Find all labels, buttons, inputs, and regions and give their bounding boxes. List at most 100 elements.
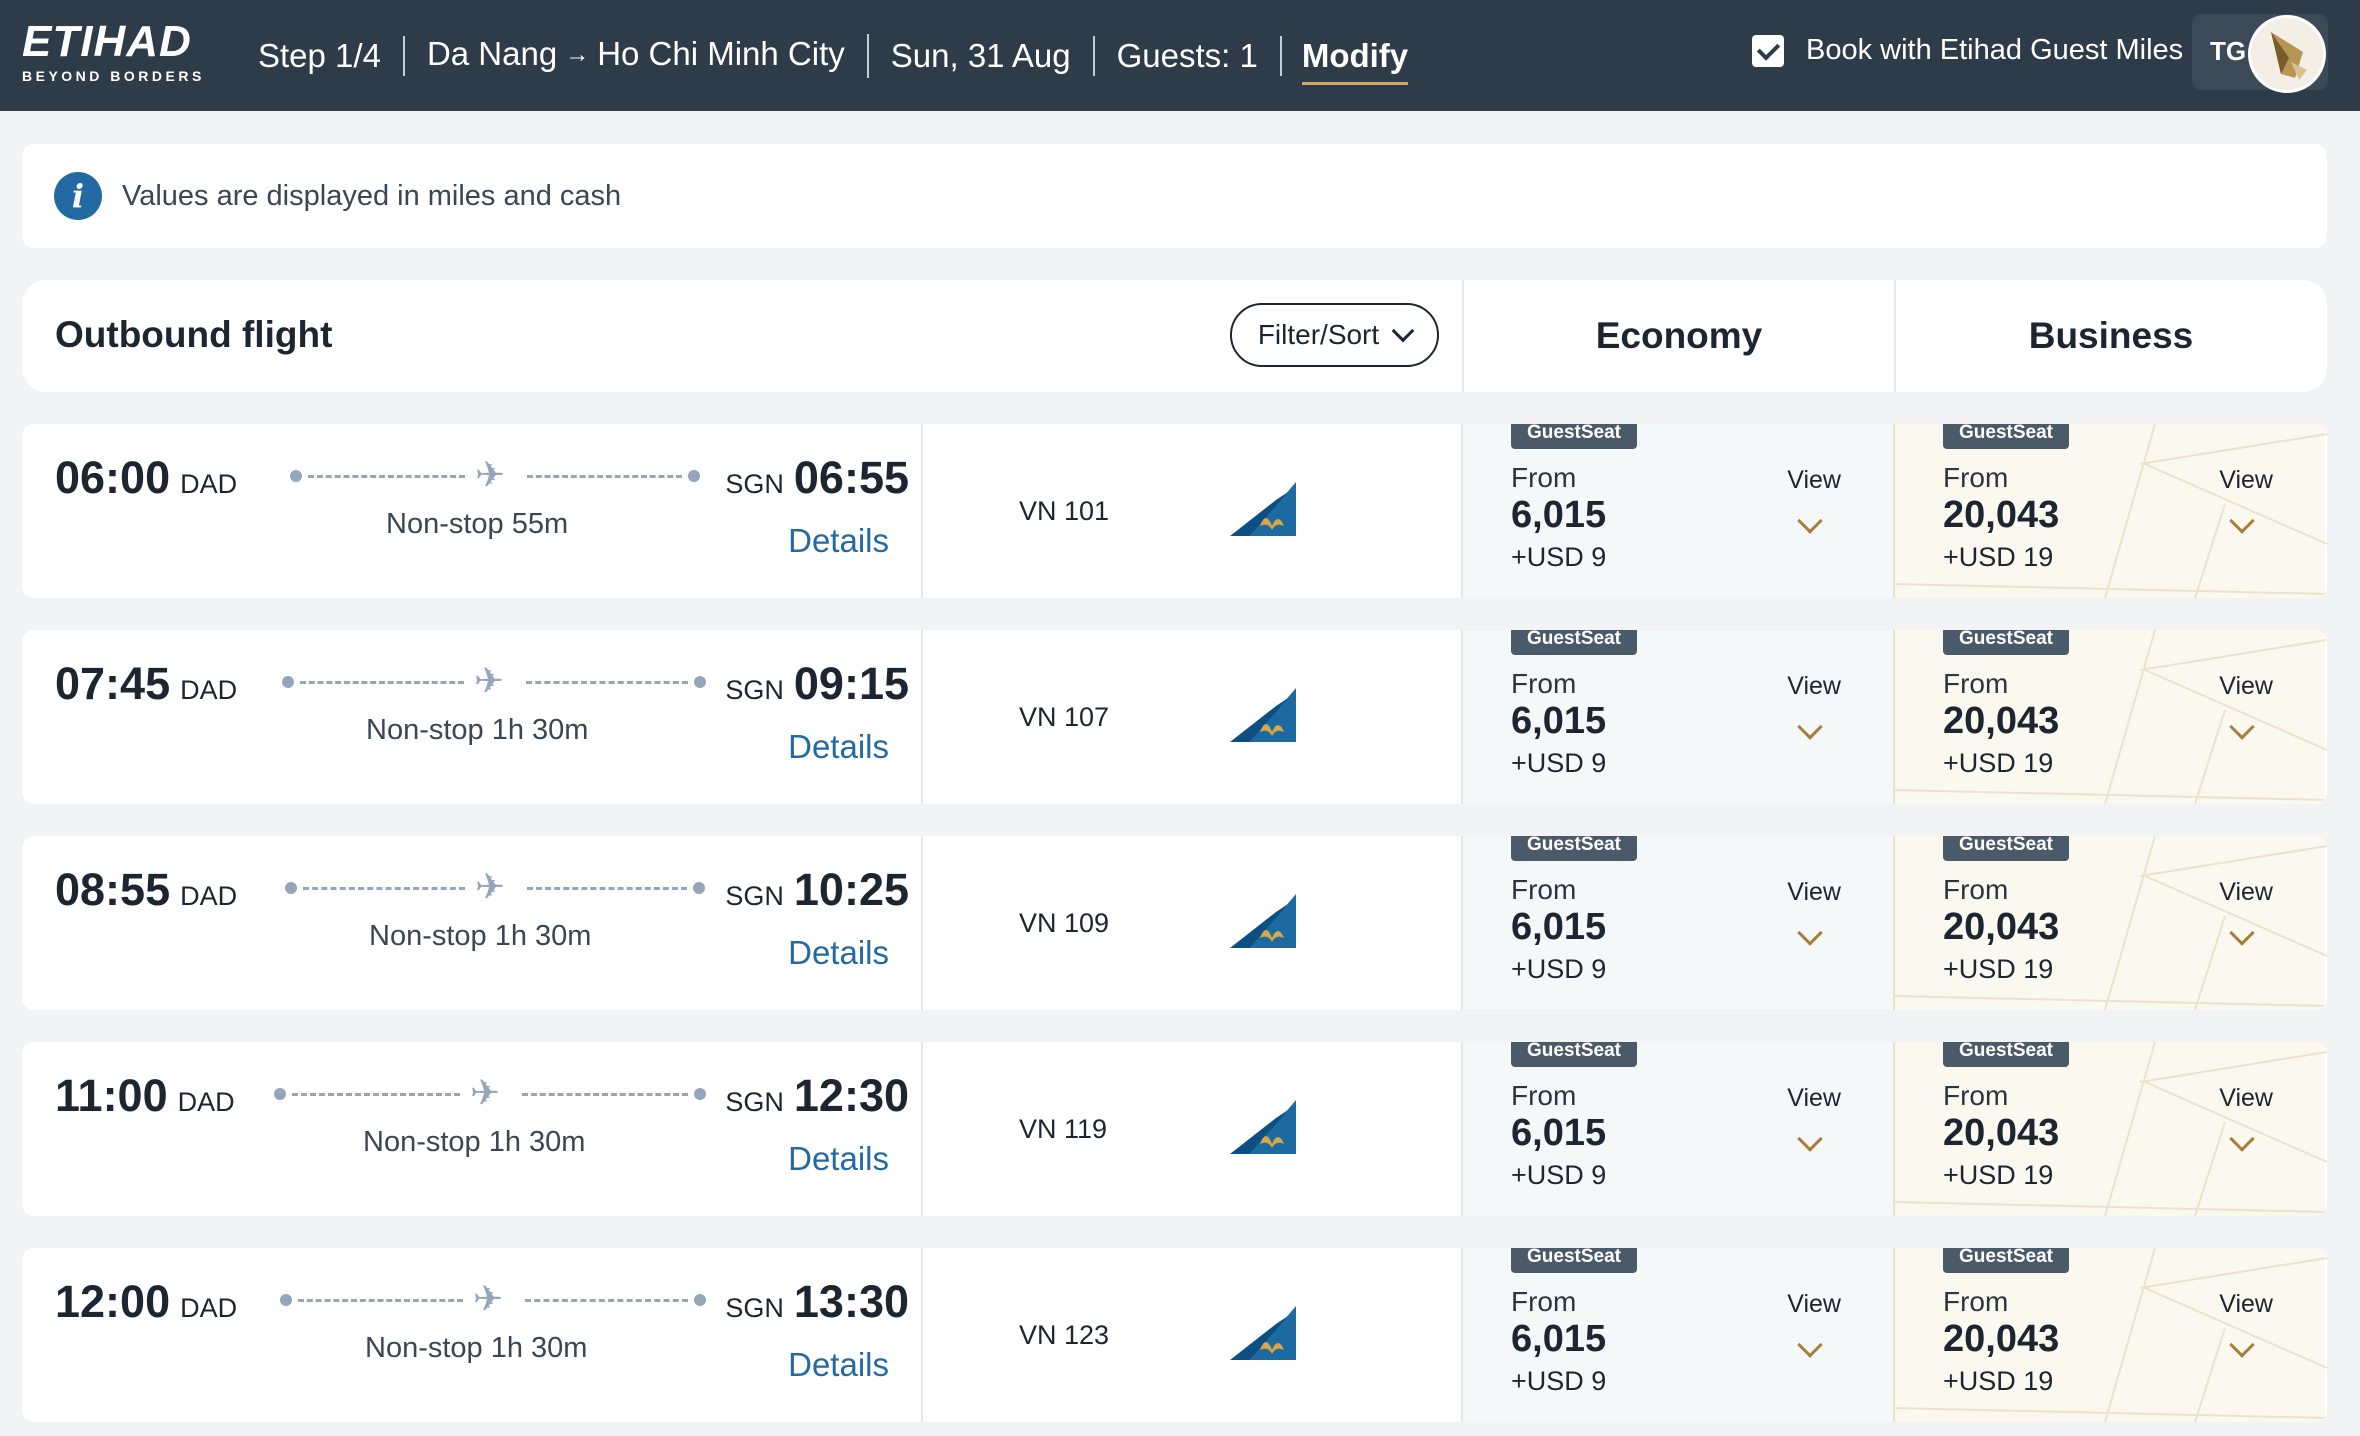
from-label: From [1511,462,1577,493]
airplane-icon: ✈ [475,454,506,495]
route-line: ✈ [290,457,700,493]
view-fares-label[interactable]: View [2219,1290,2273,1319]
details-link[interactable]: Details [788,728,889,766]
cabin-header-business: Business [1894,280,2326,392]
filter-sort-button[interactable]: Filter/Sort [1230,303,1439,367]
route-dash [526,681,688,684]
route-line: ✈ [282,663,706,699]
from-label: From [1511,1080,1577,1111]
business-fare-cell[interactable]: GuestSeat From 20,043 +USD 19 View [1893,630,2327,804]
economy-fare-cell[interactable]: GuestSeat From 6,015 +USD 9 View [1461,1042,1893,1216]
destination-dot [694,1294,706,1306]
flight-row[interactable]: 07:45 DAD ✈ Non-stop 1h 30m SGN 09:15 De… [22,630,2327,804]
flight-duration: Non-stop 55m [386,508,569,540]
modify-search-button[interactable]: Modify [1279,35,1430,85]
origin-dot [285,882,297,894]
economy-cash-price: +USD 9 [1511,954,1607,984]
view-fares-label[interactable]: View [1787,672,1841,701]
business-fare-cell[interactable]: GuestSeat From 20,043 +USD 19 View [1893,836,2327,1010]
user-account-menu[interactable]: TG [2192,14,2328,93]
view-fares-label[interactable]: View [1787,1084,1841,1113]
flight-row[interactable]: 08:55 DAD ✈ Non-stop 1h 30m SGN 10:25 De… [22,836,2327,1010]
etihad-logo[interactable]: ETIHAD BEYOND BORDERS [22,20,212,85]
details-link[interactable]: Details [788,1140,889,1178]
details-link[interactable]: Details [788,1346,889,1384]
business-miles-price: 20,043 [1943,494,2060,536]
flight-number: VN 109 [1019,908,1110,938]
flight-row[interactable]: 11:00 DAD ✈ Non-stop 1h 30m SGN 12:30 De… [22,1042,2327,1216]
departure-time: 06:00 [55,452,171,503]
economy-cash-price: +USD 9 [1511,1366,1607,1396]
business-cash-price: +USD 19 [1943,1366,2054,1396]
route-line: ✈ [280,1281,706,1317]
chevron-down-icon[interactable] [1797,920,1823,946]
user-initials: TG [2210,36,2247,66]
guestseat-badge: GuestSeat [1943,630,2069,655]
flight-duration: Non-stop 1h 30m [366,714,589,746]
book-with-miles-toggle[interactable]: Book with Etihad Guest Miles [1752,34,2183,67]
view-fares-label[interactable]: View [1787,1290,1841,1319]
vietnam-airlines-logo-icon [1230,1306,1296,1360]
departure-airport-code: DAD [180,469,238,499]
destination-dot [694,676,706,688]
business-fare-cell[interactable]: GuestSeat From 20,043 +USD 19 View [1893,1042,2327,1216]
column-divider [921,1042,923,1216]
view-fares-label[interactable]: View [2219,672,2273,701]
search-summary: Step 1/4 Da Nang → Ho Chi Minh City Sun, 3… [258,0,1430,111]
flight-duration: Non-stop 1h 30m [365,1332,588,1364]
view-fares-label[interactable]: View [1787,466,1841,495]
chevron-down-icon[interactable] [1797,714,1823,740]
info-banner-text: Values are displayed in miles and cash [122,179,622,212]
guestseat-badge: GuestSeat [1511,424,1637,449]
economy-miles-price: 6,015 [1511,700,1607,742]
route-dash [525,1299,688,1302]
miles-checkbox[interactable] [1752,34,1784,67]
departure-time: 12:00 [55,1276,171,1327]
departure: 08:55 DAD [55,864,237,916]
business-fare-cell[interactable]: GuestSeat From 20,043 +USD 19 View [1893,1248,2327,1422]
business-cash-price: +USD 19 [1943,954,2054,984]
arrival-time: 10:25 [793,864,909,915]
economy-fare-cell[interactable]: GuestSeat From 6,015 +USD 9 View [1461,630,1893,804]
modify-label: Modify [1301,36,1409,85]
economy-miles-price: 6,015 [1511,1318,1607,1360]
route-dash [527,887,687,890]
column-divider [921,1248,923,1422]
flight-number: VN 119 [1019,1114,1108,1144]
origin-dot [290,470,302,482]
flight-row[interactable]: 06:00 DAD ✈ Non-stop 55m SGN 06:55 Detai… [22,424,2327,598]
travel-date: Sun, 31 Aug [869,35,1095,76]
view-fares-label[interactable]: View [2219,878,2273,907]
economy-cash-price: +USD 9 [1511,542,1607,572]
chevron-down-icon[interactable] [1797,508,1823,534]
origin-city: Da Nang [426,34,558,72]
route-dash [298,1299,463,1302]
info-banner: i Values are displayed in miles and cash [22,144,2327,248]
business-miles-price: 20,043 [1943,1112,2060,1154]
arrival-time: 12:30 [793,1070,909,1121]
avatar-tail-icon [2271,32,2307,80]
economy-fare-cell[interactable]: GuestSeat From 6,015 +USD 9 View [1461,1248,1893,1422]
guest-count: Guests: 1 [1116,36,1258,74]
avatar [2248,15,2326,93]
guestseat-badge: GuestSeat [1943,424,2069,449]
view-fares-label[interactable]: View [2219,1084,2273,1113]
details-link[interactable]: Details [788,522,889,560]
chevron-down-icon[interactable] [1797,1126,1823,1152]
airplane-icon: ✈ [473,1278,504,1319]
arrival: SGN 09:15 [725,658,909,710]
view-fares-label[interactable]: View [1787,878,1841,907]
details-link[interactable]: Details [788,934,889,972]
business-fare-cell[interactable]: GuestSeat From 20,043 +USD 19 View [1893,424,2327,598]
economy-fare-cell[interactable]: GuestSeat From 6,015 +USD 9 View [1461,424,1893,598]
chevron-down-icon[interactable] [1797,1332,1823,1358]
economy-fare-cell[interactable]: GuestSeat From 6,015 +USD 9 View [1461,836,1893,1010]
airplane-icon: ✈ [474,660,505,701]
arrival: SGN 13:30 [725,1276,909,1328]
from-label: From [1511,1286,1577,1317]
origin-dot [280,1294,292,1306]
departure-time: 08:55 [55,864,171,915]
airplane-icon: ✈ [470,1072,501,1113]
view-fares-label[interactable]: View [2219,466,2273,495]
flight-row[interactable]: 12:00 DAD ✈ Non-stop 1h 30m SGN 13:30 De… [22,1248,2327,1422]
